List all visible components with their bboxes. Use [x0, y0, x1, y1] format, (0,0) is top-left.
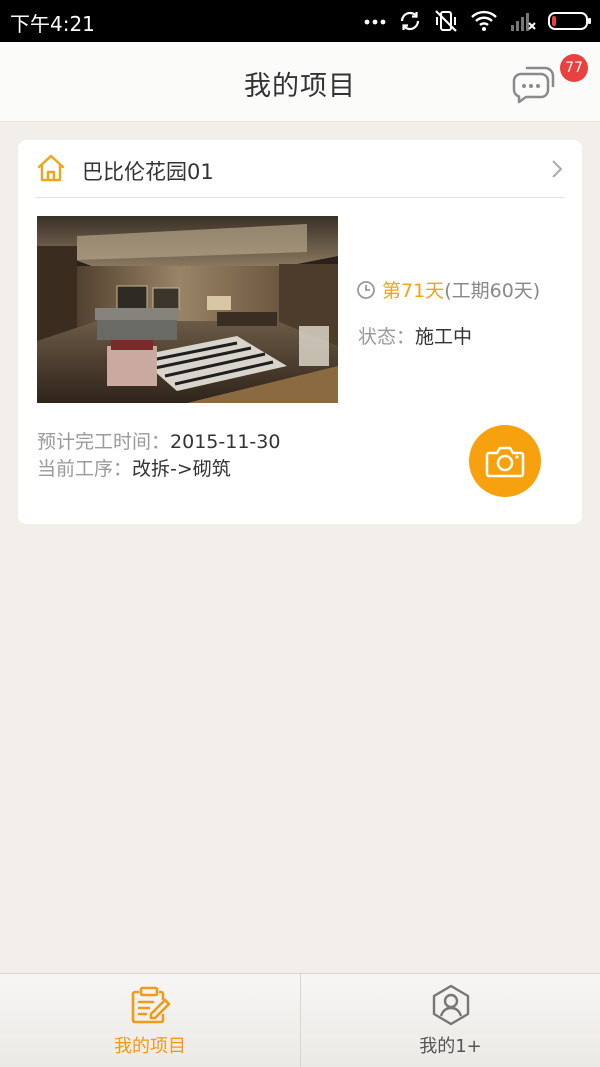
home-icon: [37, 154, 65, 182]
wifi-icon: [471, 10, 497, 31]
process-label: 当前工序：: [37, 458, 133, 480]
status-label: 状态：: [358, 326, 416, 348]
status-bar: 下午4:21: [0, 0, 600, 42]
day-current: 第71天: [382, 280, 445, 302]
card-divider: [36, 197, 564, 198]
app-header: 我的项目: [0, 42, 600, 122]
messages-button[interactable]: [510, 62, 556, 104]
more-dots-icon: [364, 19, 386, 25]
clock-icon: [357, 280, 375, 299]
day-total: (工期60天): [444, 280, 541, 302]
app-screen: 下午4:21 我的项目 77 巴比伦花园01 第71天 (工期60天) 状态：施…: [0, 0, 600, 1067]
project-name: 巴比伦花园01: [82, 160, 214, 184]
camera-icon: [485, 446, 525, 478]
camera-button[interactable]: [469, 425, 541, 497]
battery-low-icon: [548, 12, 591, 30]
process-value: 改拆->砌筑: [132, 458, 231, 480]
finish-date-row: 预计完工时间：2015-11-30: [37, 427, 280, 454]
project-photo: [37, 216, 338, 403]
sync-icon: [400, 11, 420, 31]
current-process-row: 当前工序：改拆->砌筑: [37, 454, 231, 481]
notebook-edit-icon: [131, 986, 171, 1024]
tab-my-projects-label: 我的项目: [114, 1036, 186, 1057]
project-day-row: 第71天 (工期60天): [356, 276, 540, 303]
signal-off-icon: [511, 13, 536, 31]
vibrate-off-icon: [435, 10, 457, 32]
status-value: 施工中: [415, 326, 473, 348]
chevron-right-icon: [552, 160, 563, 178]
project-status-row: 状态：施工中: [358, 322, 472, 349]
tab-my-projects[interactable]: 我的项目: [0, 974, 300, 1067]
message-count-badge: 77: [560, 54, 588, 82]
project-card[interactable]: 巴比伦花园01 第71天 (工期60天) 状态：施工中 预计完工时间：2015-…: [18, 140, 582, 524]
status-time: 下午4:21: [10, 12, 95, 36]
project-card-header[interactable]: 巴比伦花园01: [18, 140, 582, 198]
status-icons: [364, 8, 592, 34]
bottom-tab-bar: 我的项目 我的1+: [0, 973, 600, 1067]
finish-value: 2015-11-30: [170, 431, 281, 453]
tab-my-1plus-label: 我的1+: [419, 1036, 482, 1057]
chat-bubble-icon: [512, 66, 555, 104]
tab-my-1plus[interactable]: 我的1+: [300, 974, 600, 1067]
finish-label: 预计完工时间：: [37, 431, 171, 453]
user-hexagon-icon: [432, 984, 470, 1026]
